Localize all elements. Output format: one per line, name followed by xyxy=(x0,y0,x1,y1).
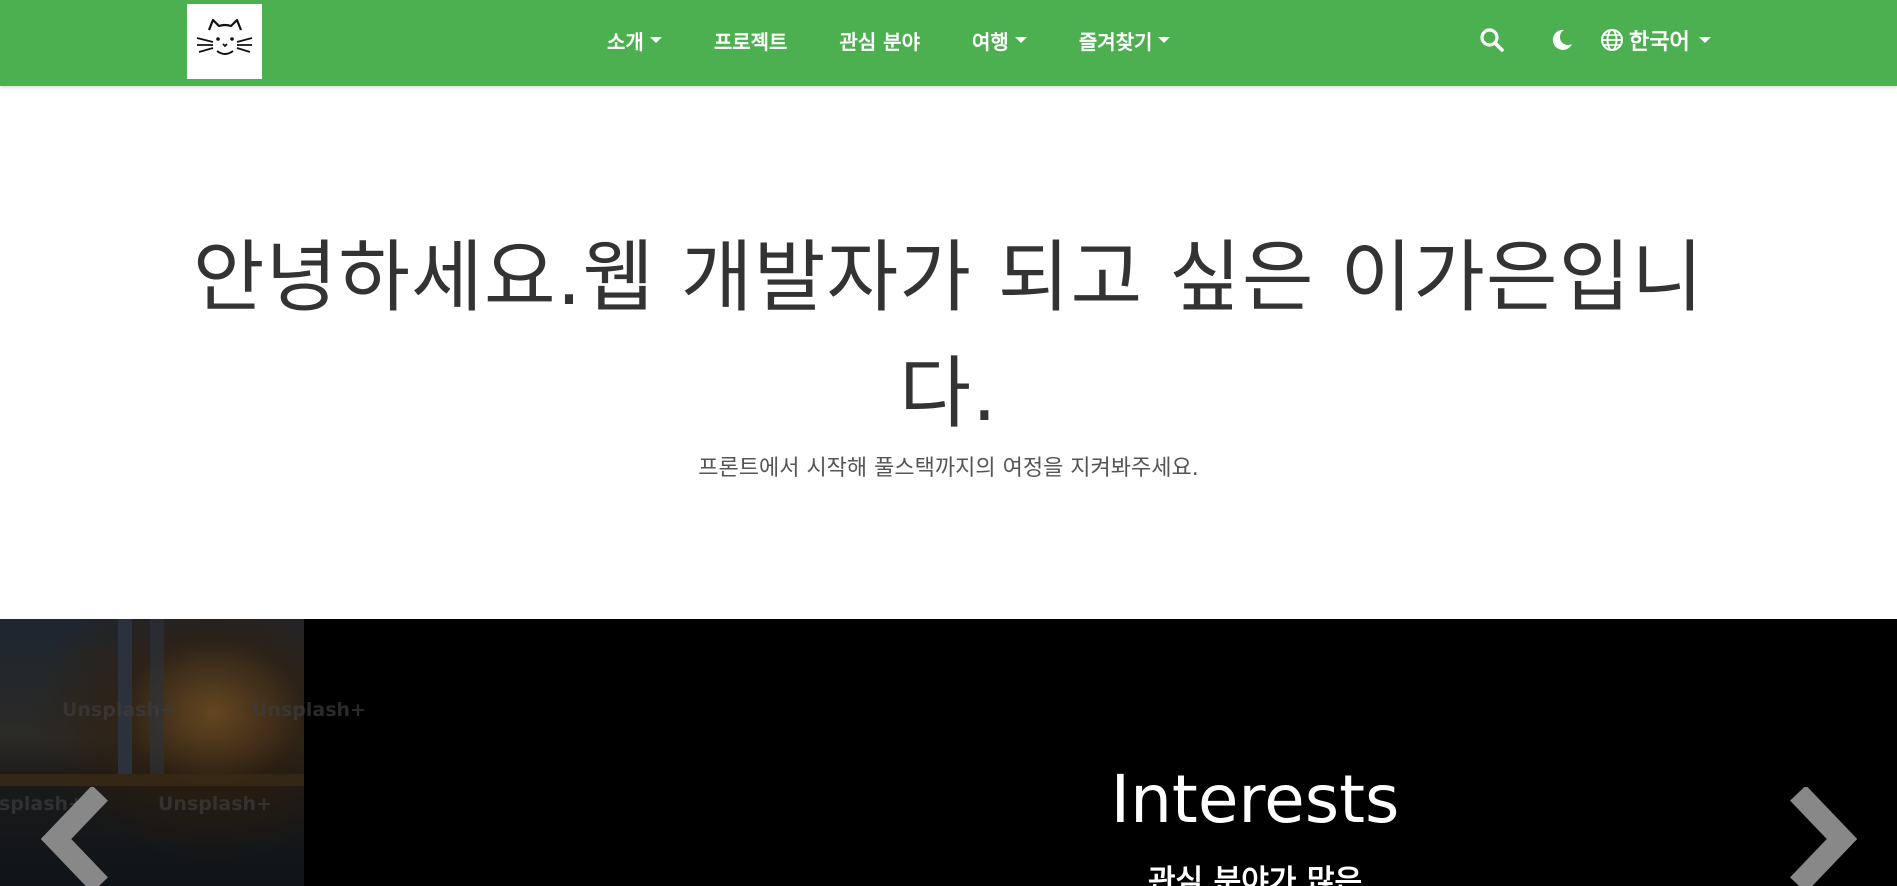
logo[interactable] xyxy=(187,4,262,79)
nav-tools: 한국어 xyxy=(1472,0,1711,80)
search-icon xyxy=(1480,28,1504,52)
bookshelf-post xyxy=(118,619,132,774)
nav-item-about[interactable]: 소개 xyxy=(581,26,688,55)
nav-item-projects[interactable]: 프로젝트 xyxy=(688,26,814,55)
image-watermark: Unsplash+ xyxy=(252,699,366,721)
caret-down-icon xyxy=(1158,37,1171,43)
theme-toggle-button[interactable] xyxy=(1542,20,1582,60)
bookshelf-post xyxy=(150,619,164,774)
interests-slider: Unsplash+ Unsplash+ Unsplash+ Unsplash+ … xyxy=(0,619,1897,886)
caret-down-icon xyxy=(1698,37,1711,43)
nav-item-label: 즐겨찾기 xyxy=(1078,29,1153,54)
navbar: 소개 프로젝트 관심 분야 여행 즐겨찾기 한국어 xyxy=(0,0,1897,86)
nav-item-label: 소개 xyxy=(607,29,644,54)
bookshelf-shelf xyxy=(0,774,304,786)
caret-down-icon xyxy=(649,37,662,43)
globe-icon xyxy=(1601,29,1623,51)
hero-title: 안녕하세요.웹 개발자가 되고 싶은 이가은입니다. xyxy=(192,233,1705,439)
search-button[interactable] xyxy=(1472,20,1512,60)
nav-item-label: 프로젝트 xyxy=(713,29,788,54)
chevron-right-icon xyxy=(1790,787,1858,886)
nav-item-label: 여행 xyxy=(972,29,1009,54)
slide-subtitle: 관심 분야가 많은 xyxy=(1147,864,1363,886)
language-label: 한국어 xyxy=(1629,30,1690,55)
caret-down-icon xyxy=(1014,37,1027,43)
cat-logo-icon xyxy=(196,18,253,55)
slider-prev-button[interactable] xyxy=(38,787,118,886)
hero-subtitle: 프론트에서 시작해 풀스택까지의 여정을 지켜봐주세요. xyxy=(698,456,1199,481)
language-dropdown[interactable]: 한국어 xyxy=(1600,24,1711,56)
slide-title: Interests xyxy=(1110,761,1400,838)
slider-next-button[interactable] xyxy=(1780,787,1860,886)
nav-item-label: 관심 분야 xyxy=(839,29,920,54)
nav-item-favorites[interactable]: 즐겨찾기 xyxy=(1053,26,1197,55)
moon-icon xyxy=(1552,29,1572,50)
chevron-left-icon xyxy=(40,787,108,886)
hero-section: 안녕하세요.웹 개발자가 되고 싶은 이가은입니다. 프론트에서 시작해 풀스택… xyxy=(0,86,1897,619)
main-nav: 소개 프로젝트 관심 분야 여행 즐겨찾기 xyxy=(581,0,1196,80)
image-watermark: Unsplash+ xyxy=(158,793,272,815)
nav-item-interests[interactable]: 관심 분야 xyxy=(813,26,946,55)
nav-item-travel[interactable]: 여행 xyxy=(946,26,1053,55)
image-watermark: Unsplash+ xyxy=(62,699,176,721)
